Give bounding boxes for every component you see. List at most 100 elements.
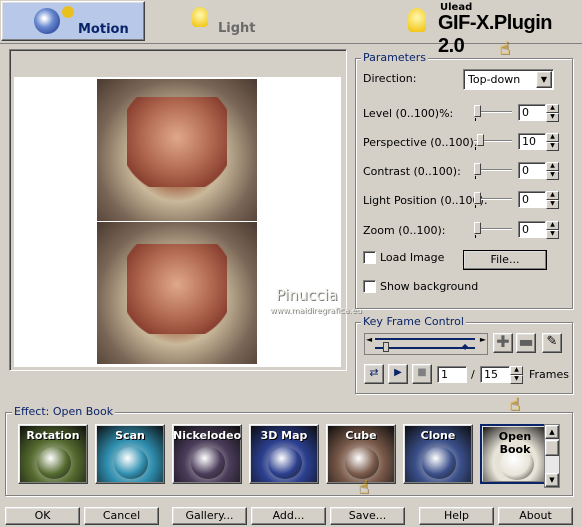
show-background-label: Show background — [380, 280, 479, 293]
effects-title: Effect: Open Book — [12, 405, 116, 418]
effect-graphic — [268, 447, 302, 479]
effect-thumbnail[interactable]: Nickelodeon — [172, 424, 242, 484]
remove-keyframe-button[interactable]: ▬ — [516, 333, 536, 353]
scroll-down-icon[interactable]: ▼ — [545, 473, 559, 487]
slider-stepper[interactable]: ▲ ▼ — [546, 221, 559, 239]
keyframe-timeline[interactable]: ◄ ► ◆ — [364, 333, 488, 355]
show-background-checkbox[interactable] — [363, 280, 376, 293]
slider-tick — [475, 176, 476, 179]
slider-value-input[interactable]: 0 ▲ ▼ — [518, 162, 559, 180]
timeline-thumb[interactable] — [383, 342, 389, 352]
timeline-track — [375, 347, 475, 349]
scroll-up-icon[interactable]: ▲ — [545, 425, 559, 439]
slider-thumb[interactable] — [474, 222, 481, 234]
preview-panel — [9, 49, 347, 371]
chevron-down-icon[interactable]: ▼ — [536, 71, 552, 88]
motion-icon — [34, 8, 60, 34]
frames-label: Frames — [529, 368, 570, 381]
watermark-url: www.maidiregrafica.eu — [270, 306, 362, 315]
watermark-name: Pinuccia — [276, 286, 338, 304]
timeline-marker-icon[interactable]: ◆ — [462, 342, 468, 351]
effect-label: Clone — [420, 429, 456, 442]
total-frames-input[interactable]: 15 ▲ ▼ — [480, 366, 523, 384]
timeline-end-icon[interactable]: ► — [480, 335, 486, 344]
effect-thumbnail[interactable]: Scan — [95, 424, 165, 484]
brand-title: GIF-X.Plugin 2.0 — [438, 12, 553, 57]
add-button[interactable]: Add... — [251, 507, 326, 525]
slider-value-input[interactable]: 0 ▲ ▼ — [518, 221, 559, 239]
slider-stepper[interactable]: ▲ ▼ — [546, 133, 559, 151]
loop-button[interactable]: ⇄ — [364, 364, 384, 384]
slider-stepper[interactable]: ▲ ▼ — [546, 162, 559, 180]
slider[interactable] — [474, 191, 512, 209]
pointer-hand-icon: ☝ — [358, 477, 369, 498]
slider[interactable] — [474, 133, 512, 151]
play-button[interactable]: ▶ — [388, 364, 408, 384]
slider-value-input[interactable]: 0 ▲ ▼ — [518, 191, 559, 209]
direction-value: Top-down — [468, 73, 521, 86]
effect-graphic — [114, 447, 148, 479]
file-button[interactable]: File... — [463, 250, 547, 270]
slider-thumb[interactable] — [474, 105, 481, 117]
gallery-button[interactable]: Gallery... — [172, 507, 247, 525]
tab-motion-label: Motion — [78, 22, 129, 37]
effect-label: Scan — [115, 429, 145, 442]
light-bulb-icon — [192, 7, 208, 27]
slider-label: Light Position (0..100): — [363, 194, 488, 207]
parameters-group — [355, 58, 573, 309]
slider-stepper[interactable]: ▲ ▼ — [546, 191, 559, 209]
slider-tick — [475, 147, 476, 150]
pointer-hand-icon: ☝ — [509, 394, 520, 415]
ok-button[interactable]: OK — [5, 507, 80, 525]
load-image-checkbox[interactable] — [363, 251, 376, 264]
slider-value: 0 — [522, 193, 529, 206]
slider-label: Level (0..100)%: — [363, 107, 454, 120]
effect-graphic — [37, 447, 71, 479]
effect-thumbnail[interactable]: 3D Map — [249, 424, 319, 484]
effect-thumbnail[interactable]: Rotation — [18, 424, 88, 484]
add-keyframe-button[interactable]: ✚ — [493, 333, 513, 353]
frame-input[interactable]: 1 — [437, 366, 467, 383]
about-button[interactable]: About — [498, 507, 573, 525]
slider-thumb[interactable] — [474, 192, 481, 204]
effects-scrollbar[interactable]: ▲ ▼ — [544, 424, 560, 488]
slider-stepper[interactable]: ▲ ▼ — [546, 104, 559, 122]
effect-graphic — [345, 447, 379, 479]
scroll-thumb[interactable] — [545, 440, 559, 456]
effect-label: Nickelodeon — [173, 429, 242, 442]
edit-keyframe-button[interactable]: ✎ — [542, 333, 562, 353]
stop-button[interactable]: ■ — [412, 364, 432, 384]
brand-bulb-icon — [408, 8, 426, 32]
slider-label: Zoom (0..100): — [363, 224, 446, 237]
save-button[interactable]: Save... — [330, 507, 405, 525]
slider-value-input[interactable]: 10 ▲ ▼ — [518, 133, 559, 151]
slider-tick — [475, 118, 476, 121]
slider[interactable] — [474, 221, 512, 239]
total-frames-stepper[interactable]: ▲ ▼ — [510, 366, 523, 384]
slider-value: 0 — [522, 164, 529, 177]
effect-graphic — [191, 447, 225, 479]
tab-motion[interactable]: Motion — [1, 1, 145, 41]
tab-light[interactable]: Light — [146, 1, 276, 41]
help-button[interactable]: Help — [419, 507, 494, 525]
timeline-track — [375, 338, 475, 340]
slider-value-input[interactable]: 0 ▲ ▼ — [518, 104, 559, 122]
preview-frame-bottom — [97, 222, 257, 364]
slider-label: Perspective (0..100): — [363, 136, 478, 149]
effect-thumbnail[interactable]: Clone — [403, 424, 473, 484]
effect-thumbnail[interactable]: Cube — [326, 424, 396, 484]
slider[interactable] — [474, 162, 512, 180]
slider-tick — [475, 235, 476, 238]
effect-thumbnail[interactable]: Open Book — [480, 424, 550, 484]
motion-orbit-icon — [62, 6, 74, 18]
slider-thumb[interactable] — [474, 163, 481, 175]
direction-select[interactable]: Top-down ▼ — [463, 69, 554, 90]
slider[interactable] — [474, 104, 512, 122]
cancel-button[interactable]: Cancel — [84, 507, 159, 525]
slider-value: 0 — [522, 223, 529, 236]
slider-thumb[interactable] — [477, 134, 484, 146]
timeline-start-icon[interactable]: ◄ — [366, 335, 372, 344]
heart-image — [127, 244, 227, 334]
total-frames-value: 15 — [484, 368, 498, 381]
slider-value: 0 — [522, 106, 529, 119]
